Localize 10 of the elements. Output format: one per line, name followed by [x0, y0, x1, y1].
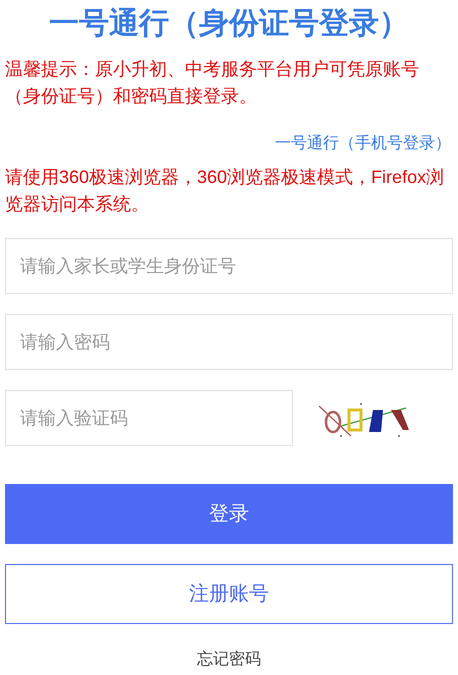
browser-notice-text: 请使用360极速浏览器，360浏览器极速模式，Firefox浏览器访问本系统。 — [5, 166, 446, 216]
notice-text: 温馨提示：原小升初、中考服务平台用户可凭原账号（身份证号）和密码直接登录。 — [5, 58, 420, 108]
register-button[interactable]: 注册账号 — [5, 564, 453, 624]
id-number-field[interactable]: 请输入家长或学生身份证号 — [5, 238, 453, 294]
password-field[interactable]: 请输入密码 — [5, 314, 453, 370]
login-button[interactable]: 登录 — [5, 484, 453, 544]
forgot-password-link[interactable]: 忘记密码 — [197, 648, 261, 672]
page-title: 一号通行（身份证号登录） — [48, 6, 410, 42]
phone-login-link[interactable]: 一号通行（手机号登录） — [275, 133, 451, 155]
captcha-field[interactable]: 请输入验证码 — [5, 390, 293, 446]
